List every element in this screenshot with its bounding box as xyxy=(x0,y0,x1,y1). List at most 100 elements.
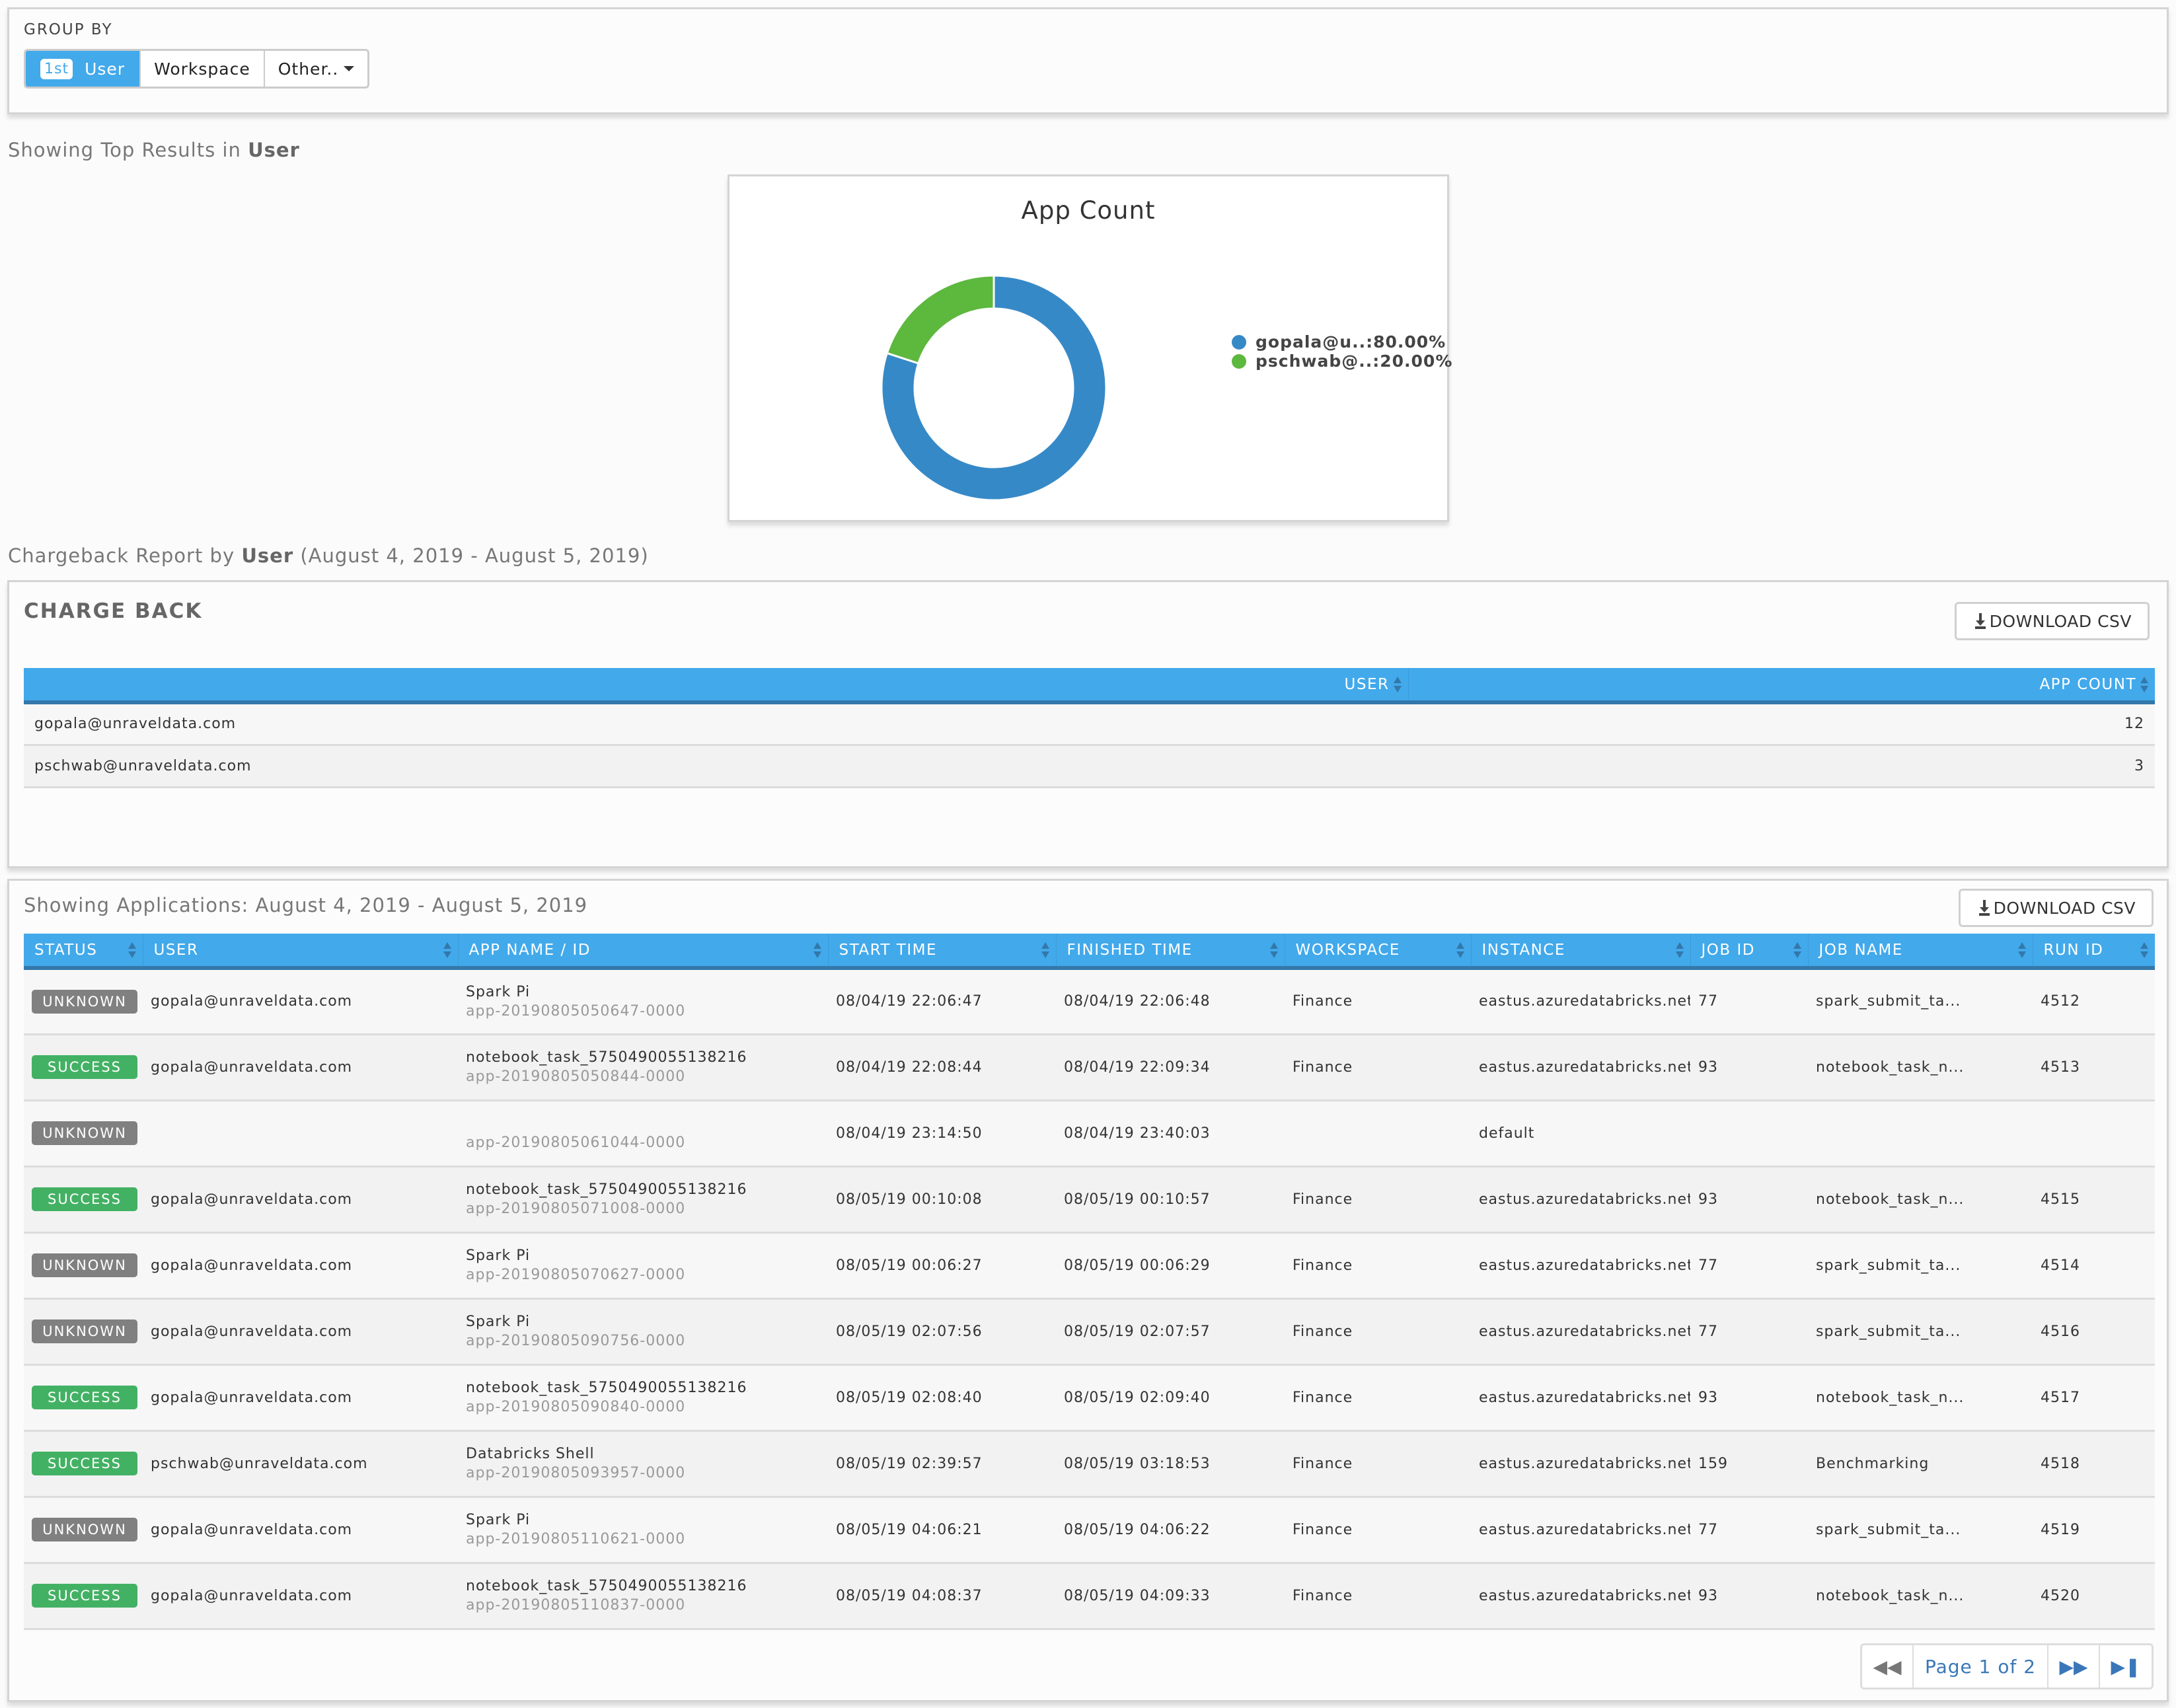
donut-slice-pschwab[interactable] xyxy=(885,274,995,365)
group-by-other-label: Other.. xyxy=(278,59,339,79)
column-header-run-id[interactable]: RUN ID xyxy=(2033,934,2155,968)
sort-icon xyxy=(1675,942,1684,958)
download-icon xyxy=(1978,900,1990,916)
table-row[interactable]: gopala@unraveldata.com 12 xyxy=(24,702,2155,745)
chargeback-download-csv-button[interactable]: DOWNLOAD CSV xyxy=(1954,602,2150,640)
app-name-id-cell: notebook_task_5750490055138216 app-201908… xyxy=(458,1364,828,1430)
app-id[interactable]: app-20190805061044-0000 xyxy=(466,1134,820,1151)
table-row[interactable]: UNKNOWN app-20190805061044-0000 08/04/19 … xyxy=(24,1100,2155,1166)
app-name[interactable]: Spark Pi xyxy=(466,1512,820,1528)
app-id[interactable]: app-20190805090840-0000 xyxy=(466,1399,820,1415)
job-id-cell xyxy=(1690,1100,1808,1166)
run-id-cell: 4517 xyxy=(2041,1389,2080,1406)
app-name[interactable]: notebook_task_5750490055138216 xyxy=(466,1049,820,1066)
job-id-cell: 77 xyxy=(1698,1257,1718,1274)
app-id[interactable]: app-20190805070627-0000 xyxy=(466,1267,820,1283)
start-cell: 08/05/19 00:10:08 xyxy=(836,1191,983,1208)
column-header-instance[interactable]: INSTANCE xyxy=(1471,934,1691,968)
table-row[interactable]: UNKNOWN gopala@unraveldata.com Spark Pi app… xyxy=(24,1232,2155,1298)
app-name-id-cell: Spark Pi app-20190805090756-0000 xyxy=(458,1298,828,1364)
finish-cell: 08/05/19 02:09:40 xyxy=(1064,1389,1211,1406)
last-page-button[interactable]: ▶❚ xyxy=(2100,1645,2152,1688)
app-id[interactable]: app-20190805090756-0000 xyxy=(466,1333,820,1349)
table-row[interactable]: UNKNOWN gopala@unraveldata.com Spark Pi app… xyxy=(24,968,2155,1034)
donut-chart xyxy=(880,274,1107,501)
job-id-cell: 93 xyxy=(1698,1058,1718,1076)
column-header-finished-time[interactable]: FINISHED TIME xyxy=(1056,934,1285,968)
column-header-job-name[interactable]: JOB NAME xyxy=(1808,934,2033,968)
app-id[interactable]: app-20190805110621-0000 xyxy=(466,1531,820,1547)
legend-item[interactable]: pschwab@..:20.00% xyxy=(1232,352,1452,371)
workspace-cell: Finance xyxy=(1293,1323,1353,1340)
download-icon xyxy=(1974,613,1986,629)
status-cell: SUCCESS xyxy=(24,1364,143,1430)
applications-download-csv-button[interactable]: DOWNLOAD CSV xyxy=(1958,889,2154,927)
app-name[interactable] xyxy=(466,1115,820,1132)
job-id-cell: 77 xyxy=(1698,993,1718,1010)
pagination: ◀◀ Page 1 of 2 ▶▶ ▶❚ xyxy=(1860,1643,2154,1689)
instance-cell: eastus.azuredatabricks.net xyxy=(1479,993,1690,1010)
app-name[interactable]: Spark Pi xyxy=(466,1247,820,1264)
instance-cell: eastus.azuredatabricks.net xyxy=(1479,1587,1690,1604)
table-row[interactable]: SUCCESS pschwab@unraveldata.com Databricks… xyxy=(24,1430,2155,1497)
table-row[interactable]: SUCCESS gopala@unraveldata.com notebook_ta… xyxy=(24,1034,2155,1100)
workspace-cell: Finance xyxy=(1293,993,1353,1010)
app-id[interactable]: app-20190805050844-0000 xyxy=(466,1068,820,1085)
job-id-cell: 93 xyxy=(1698,1389,1718,1406)
app-name[interactable]: notebook_task_5750490055138216 xyxy=(466,1181,820,1198)
group-by-user-button[interactable]: 1st User xyxy=(26,51,141,87)
column-header-app-count[interactable]: APP COUNT xyxy=(1408,668,2155,702)
status-badge: UNKNOWN xyxy=(32,989,137,1014)
start-cell: 08/05/19 02:08:40 xyxy=(836,1389,983,1406)
table-row[interactable]: UNKNOWN gopala@unraveldata.com Spark Pi app… xyxy=(24,1497,2155,1563)
job-id-cell: 77 xyxy=(1698,1521,1718,1538)
table-row[interactable]: SUCCESS gopala@unraveldata.com notebook_ta… xyxy=(24,1563,2155,1629)
job-id-cell: 93 xyxy=(1698,1191,1718,1208)
next-page-button[interactable]: ▶▶ xyxy=(2048,1645,2100,1688)
group-by-label: GROUP BY xyxy=(24,21,113,38)
legend-item[interactable]: gopala@u..:80.00% xyxy=(1232,332,1452,352)
job-id-cell: 77 xyxy=(1698,1323,1718,1340)
app-name-id-cell: app-20190805061044-0000 xyxy=(458,1100,828,1166)
app-name[interactable]: Databricks Shell xyxy=(466,1446,820,1462)
table-row[interactable]: pschwab@unraveldata.com 3 xyxy=(24,745,2155,787)
caption-prefix: Chargeback Report by xyxy=(8,544,242,567)
job-name-cell: spark_submit_ta... xyxy=(1816,993,1961,1010)
app-name[interactable]: Spark Pi xyxy=(466,984,820,1000)
start-cell: 08/05/19 04:06:21 xyxy=(836,1521,983,1538)
page-indicator: Page 1 of 2 xyxy=(1914,1645,2048,1688)
column-header-job-id[interactable]: JOB ID xyxy=(1690,934,1809,968)
applications-title: Showing Applications: August 4, 2019 - A… xyxy=(24,894,588,916)
app-id[interactable]: app-20190805071008-0000 xyxy=(466,1201,820,1217)
app-id[interactable]: app-20190805093957-0000 xyxy=(466,1465,820,1481)
app-id[interactable]: app-20190805110837-0000 xyxy=(466,1597,820,1614)
instance-cell: eastus.azuredatabricks.net xyxy=(1479,1191,1690,1208)
column-header-user[interactable]: USER xyxy=(143,934,459,968)
instance-cell: eastus.azuredatabricks.net xyxy=(1479,1455,1690,1472)
app-name[interactable]: notebook_task_5750490055138216 xyxy=(466,1380,820,1396)
group-by-other-dropdown[interactable]: Other.. xyxy=(265,51,368,87)
table-row[interactable]: SUCCESS gopala@unraveldata.com notebook_ta… xyxy=(24,1364,2155,1430)
status-badge: UNKNOWN xyxy=(32,1253,137,1277)
column-header-app-name-id[interactable]: APP NAME / ID xyxy=(458,934,829,968)
first-page-button[interactable]: ◀◀ xyxy=(1862,1645,1914,1688)
run-id-cell xyxy=(2033,1100,2155,1166)
table-row[interactable]: UNKNOWN gopala@unraveldata.com Spark Pi app… xyxy=(24,1298,2155,1364)
job-name-cell: notebook_task_n... xyxy=(1816,1058,1965,1076)
column-header-start-time[interactable]: START TIME xyxy=(828,934,1057,968)
column-header-status[interactable]: STATUS xyxy=(24,934,143,968)
chargeback-panel: CHARGE BACK DOWNLOAD CSV USER APP COUNT … xyxy=(7,580,2169,868)
app-id[interactable]: app-20190805050647-0000 xyxy=(466,1003,820,1020)
status-badge: SUCCESS xyxy=(32,1386,137,1409)
run-id-cell: 4516 xyxy=(2041,1323,2080,1340)
group-by-workspace-button[interactable]: Workspace xyxy=(141,51,265,87)
column-header-workspace[interactable]: WORKSPACE xyxy=(1285,934,1472,968)
chargeback-title: CHARGE BACK xyxy=(24,599,203,623)
app-name[interactable]: notebook_task_5750490055138216 xyxy=(466,1578,820,1594)
column-header-user[interactable]: USER xyxy=(24,668,1409,702)
table-row[interactable]: SUCCESS gopala@unraveldata.com notebook_ta… xyxy=(24,1166,2155,1232)
app-name[interactable]: Spark Pi xyxy=(466,1314,820,1330)
group-by-workspace-label: Workspace xyxy=(154,59,250,79)
start-cell: 08/05/19 04:08:37 xyxy=(836,1587,983,1604)
finish-cell: 08/05/19 00:06:29 xyxy=(1064,1257,1211,1274)
